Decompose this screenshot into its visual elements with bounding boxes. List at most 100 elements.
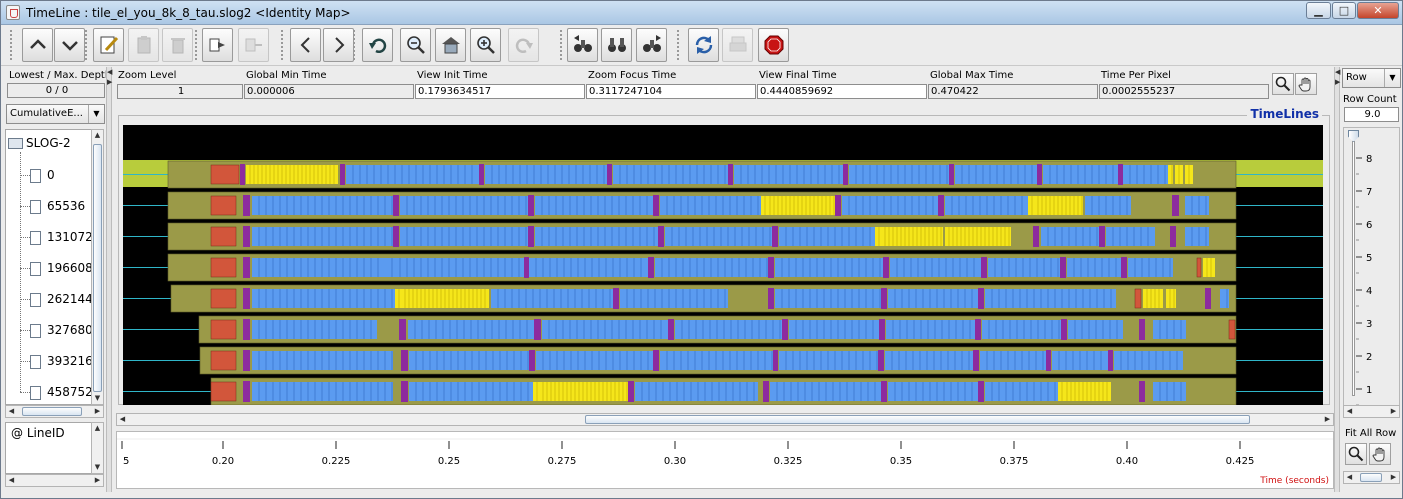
zoom-in-button[interactable] [470,28,501,62]
event-marker[interactable] [401,350,408,371]
init-state[interactable] [210,164,240,185]
compute-state[interactable] [1043,165,1118,184]
compute-state[interactable] [1041,227,1099,246]
event-marker[interactable] [973,350,979,371]
tree-horizontal-scrollbar[interactable]: ◀ ▶ [5,405,104,418]
redo-button[interactable] [508,28,539,62]
event-marker[interactable] [881,381,887,402]
tree-item-0[interactable]: 0 [30,166,55,184]
event-marker[interactable] [1139,319,1145,340]
sync-state[interactable] [539,382,628,401]
compute-state[interactable] [346,165,479,184]
timeline-row[interactable] [123,253,1323,282]
event-marker[interactable] [340,164,345,185]
row-horizontal-scrollbar[interactable]: ◀ ▶ [1343,405,1400,418]
compute-state[interactable] [655,258,768,277]
compute-state[interactable] [775,289,881,308]
view-final-field[interactable]: 0.4440859692 [757,84,927,99]
event-marker[interactable] [1118,164,1123,185]
event-marker[interactable] [878,350,884,371]
timeline-row[interactable] [123,346,1323,375]
event-marker[interactable] [768,257,774,278]
event-marker[interactable] [528,195,534,216]
up-button[interactable] [22,28,53,62]
compute-state[interactable] [660,351,773,370]
sync-state[interactable] [246,165,338,184]
event-marker[interactable] [768,288,774,309]
event-marker[interactable] [243,350,250,371]
timeline-row[interactable] [123,315,1323,344]
fit-scroll-thumb[interactable] [1360,473,1382,482]
sync-state[interactable] [881,227,943,246]
compute-state[interactable] [1114,351,1183,370]
compute-state[interactable] [1068,320,1123,339]
event-marker[interactable] [772,226,778,247]
row-count-field[interactable]: 9.0 [1344,107,1399,122]
timeline-row[interactable] [123,284,1323,313]
tree-item-458752[interactable]: 458752 [30,383,93,401]
search-backward-button[interactable] [567,28,598,62]
compute-state[interactable] [775,258,883,277]
event-marker[interactable] [534,319,541,340]
view-mode-select[interactable]: CumulativeE... ▼ [6,104,105,124]
event-marker[interactable] [1108,350,1113,371]
compute-state[interactable] [400,227,528,246]
compute-state[interactable] [888,382,978,401]
compute-state[interactable] [1220,289,1229,308]
timeline-canvas[interactable] [123,125,1323,405]
compute-state[interactable] [985,289,1116,308]
compute-state[interactable] [535,196,653,215]
event-marker[interactable] [978,381,984,402]
delete-button[interactable] [162,28,193,62]
search-button[interactable] [601,28,632,62]
event-marker[interactable] [728,164,733,185]
compute-state[interactable] [779,227,875,246]
sync-state[interactable] [766,196,835,215]
hand-mode-button[interactable] [1295,73,1317,95]
event-marker[interactable] [773,350,778,371]
compute-state[interactable] [400,196,528,215]
expand-button[interactable] [202,28,233,62]
event-marker[interactable] [1060,257,1066,278]
tree-hscroll-thumb[interactable] [22,407,82,416]
compute-state[interactable] [770,382,881,401]
event-marker[interactable] [782,319,788,340]
row-slider[interactable]: 8 7 6 5 4 3 2 1 [1343,127,1400,409]
compute-state[interactable] [620,289,728,308]
event-marker[interactable] [658,226,664,247]
compute-state[interactable] [252,258,385,277]
edit-button[interactable] [93,28,124,62]
compute-state[interactable] [393,258,524,277]
event-marker[interactable] [401,381,408,402]
sync-state[interactable] [395,289,401,308]
sync-state[interactable] [875,227,881,246]
event-marker[interactable] [399,319,406,340]
timeline-row[interactable] [123,377,1323,405]
down-button[interactable] [54,28,85,62]
compute-state[interactable] [252,289,395,308]
row-hand-button[interactable] [1369,443,1391,465]
compute-state[interactable] [252,320,377,339]
event-marker[interactable] [243,195,250,216]
stop-button[interactable] [758,28,789,62]
event-marker[interactable] [843,164,848,185]
zoom-mode-button[interactable] [1272,73,1294,95]
event-marker[interactable] [613,288,619,309]
compute-state[interactable] [890,258,981,277]
tree-item-196608[interactable]: 196608 [30,259,93,277]
compute-state[interactable] [988,258,1060,277]
compute-state[interactable] [409,382,533,401]
timeline-row[interactable] [123,191,1323,220]
event-marker[interactable] [835,195,841,216]
init-state[interactable] [210,381,237,402]
compute-state[interactable] [734,165,843,184]
event-marker[interactable] [653,350,659,371]
timeline-row[interactable] [123,222,1323,251]
event-marker[interactable] [879,319,885,340]
sync-state[interactable] [1034,196,1083,215]
event-marker[interactable] [1061,319,1067,340]
compute-state[interactable] [485,165,607,184]
event-marker[interactable] [653,195,659,216]
view-init-field[interactable]: 0.1793634517 [415,84,585,99]
compute-state[interactable] [1185,227,1209,246]
